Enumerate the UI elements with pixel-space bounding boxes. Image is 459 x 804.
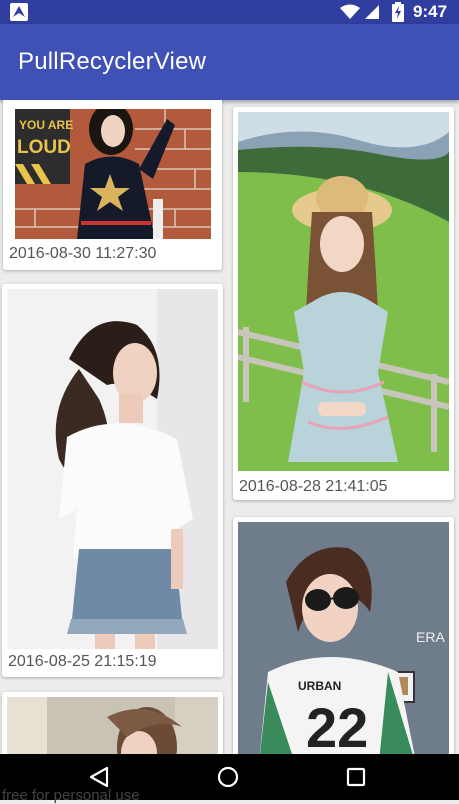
- photo-date: 2016-08-30 11:27:30: [9, 245, 157, 262]
- navigation-bar: free for personal use: [0, 754, 459, 804]
- wifi-icon: [340, 4, 360, 19]
- recents-icon[interactable]: [346, 767, 366, 787]
- photo-card[interactable]: ERA URBAN 22: [233, 517, 454, 754]
- clock: 9:47: [413, 2, 448, 21]
- svg-text:URBAN: URBAN: [298, 679, 341, 693]
- app-title: PullRecyclerView: [18, 48, 207, 75]
- app-bar: PullRecyclerView: [0, 24, 459, 100]
- svg-text:YOU ARE: YOU ARE: [19, 118, 73, 132]
- photo-card[interactable]: [2, 692, 223, 754]
- photo-card[interactable]: 2016-08-25 21:15:19: [2, 284, 223, 677]
- staggered-photo-list[interactable]: YOU ARE LOUD 2016-08-30 11:27:30 2016-08…: [0, 100, 459, 754]
- watermark: free for personal use: [2, 787, 140, 804]
- home-icon[interactable]: [217, 766, 239, 788]
- photo-card[interactable]: 2016-08-28 21:41:05: [233, 107, 454, 500]
- photo-date: 2016-08-25 21:15:19: [8, 653, 157, 670]
- signal-icon: [365, 5, 379, 19]
- photo-date: 2016-08-28 21:41:05: [239, 478, 388, 495]
- photo-card[interactable]: YOU ARE LOUD 2016-08-30 11:27:30: [3, 100, 222, 270]
- svg-text:ERA: ERA: [416, 629, 445, 645]
- photo: [7, 697, 218, 754]
- photo: ERA URBAN 22: [238, 522, 449, 754]
- photo: YOU ARE LOUD: [15, 109, 211, 239]
- svg-text:LOUD: LOUD: [17, 137, 71, 158]
- status-bar: 9:47: [0, 0, 459, 24]
- battery-charging-icon: [392, 2, 404, 22]
- back-icon[interactable]: [88, 766, 110, 788]
- photo: [7, 289, 218, 649]
- app-notification-icon: [10, 3, 28, 21]
- svg-text:22: 22: [306, 696, 368, 754]
- photo: [238, 112, 449, 471]
